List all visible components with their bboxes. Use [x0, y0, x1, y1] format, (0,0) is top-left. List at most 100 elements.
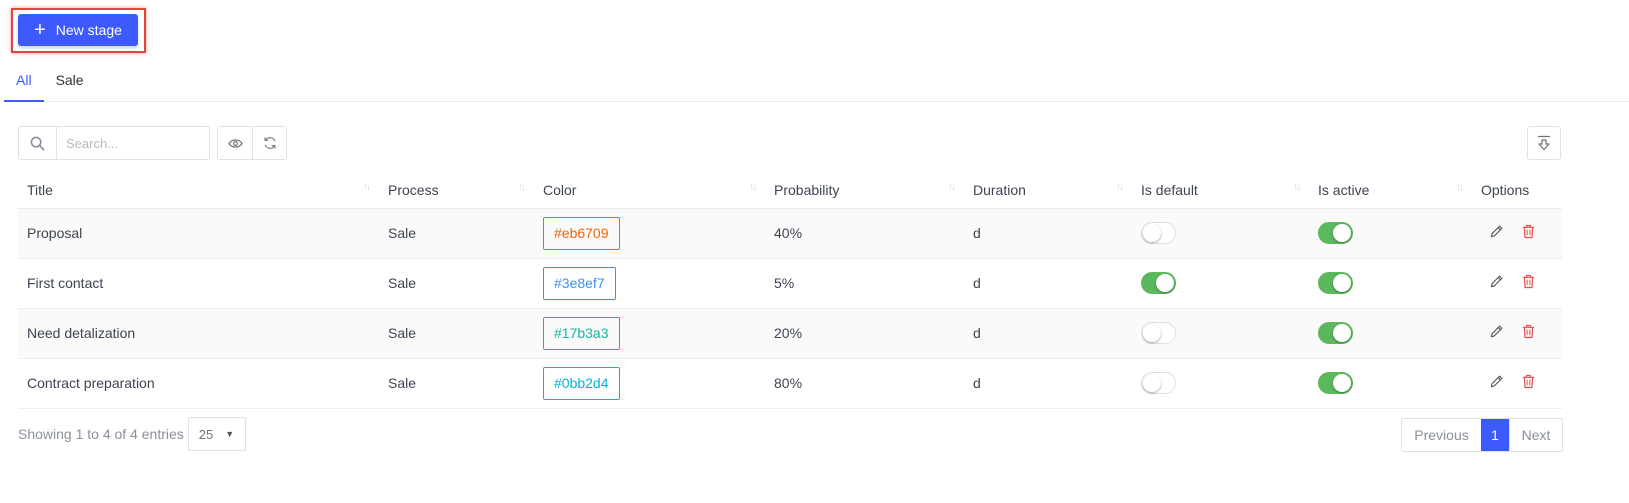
new-stage-label: New stage	[55, 22, 122, 38]
toggle-knob	[1333, 224, 1351, 242]
sort-icon: ↑↓	[749, 182, 757, 193]
new-stage-highlight: + New stage	[11, 8, 146, 53]
toggle-knob	[1333, 374, 1351, 392]
cell-process: Sale	[379, 358, 534, 409]
cell-probability: 20%	[765, 308, 964, 359]
table-row: Need detalization Sale #17b3a3 20% d	[18, 308, 1562, 359]
toggle-knob	[1156, 274, 1174, 292]
toggle-knob	[1143, 224, 1161, 242]
page-size-value: 25	[198, 426, 214, 442]
cell-color: #0bb2d4	[534, 358, 765, 409]
stages-table: Title ↑↓ Process ↑↓ Color ↑↓ Probability ↑↓ …	[18, 172, 1562, 409]
pencil-icon[interactable]	[1489, 274, 1504, 289]
column-header-color[interactable]: Color ↑↓	[534, 172, 765, 209]
cell-process: Sale	[379, 308, 534, 359]
trash-icon[interactable]	[1522, 224, 1535, 239]
cell-options	[1472, 208, 1562, 259]
plus-icon: +	[34, 19, 46, 41]
eye-icon	[227, 138, 243, 149]
search-icon	[19, 127, 57, 159]
column-header-options: Options	[1472, 172, 1562, 209]
cell-options	[1472, 358, 1562, 409]
cell-duration: d	[964, 358, 1132, 409]
cell-is-default	[1132, 258, 1309, 309]
is-default-toggle[interactable]	[1141, 322, 1176, 344]
cell-probability: 5%	[765, 258, 964, 309]
page-1-button[interactable]: 1	[1481, 419, 1509, 451]
table-toolbar	[18, 126, 287, 160]
cell-color: #3e8ef7	[534, 258, 765, 309]
trash-icon[interactable]	[1522, 374, 1535, 389]
color-chip: #17b3a3	[543, 316, 620, 350]
table-footer: Showing 1 to 4 of 4 entries 25 ▼	[18, 417, 246, 451]
cell-color: #eb6709	[534, 208, 765, 259]
toggle-columns-button[interactable]	[218, 127, 252, 159]
sort-icon: ↑↓	[1116, 182, 1124, 193]
refresh-icon	[263, 136, 277, 150]
is-active-toggle[interactable]	[1318, 322, 1353, 344]
sort-icon: ↑↓	[1293, 182, 1301, 193]
is-active-toggle[interactable]	[1318, 272, 1353, 294]
is-active-toggle[interactable]	[1318, 372, 1353, 394]
is-active-toggle[interactable]	[1318, 222, 1353, 244]
search-box	[18, 126, 210, 160]
sort-icon: ↑↓	[363, 182, 371, 193]
entries-info: Showing 1 to 4 of 4 entries	[18, 426, 184, 442]
tab-all[interactable]: All	[4, 60, 44, 102]
column-header-duration[interactable]: Duration ↑↓	[964, 172, 1132, 209]
is-default-toggle[interactable]	[1141, 222, 1176, 244]
trash-icon[interactable]	[1522, 274, 1535, 289]
table-row: Proposal Sale #eb6709 40% d	[18, 208, 1562, 259]
color-chip: #3e8ef7	[543, 266, 616, 300]
toggle-knob	[1143, 374, 1161, 392]
column-header-is-default[interactable]: Is default ↑↓	[1132, 172, 1309, 209]
cell-title: First contact	[18, 258, 379, 309]
export-button[interactable]	[1527, 126, 1561, 160]
sort-icon: ↑↓	[1456, 182, 1464, 193]
toggle-knob	[1333, 274, 1351, 292]
column-header-process[interactable]: Process ↑↓	[379, 172, 534, 209]
column-header-is-active[interactable]: Is active ↑↓	[1309, 172, 1472, 209]
trash-icon[interactable]	[1522, 324, 1535, 339]
table-row: First contact Sale #3e8ef7 5% d	[18, 258, 1562, 309]
previous-page-button[interactable]: Previous	[1402, 419, 1481, 451]
column-header-title[interactable]: Title ↑↓	[18, 172, 379, 209]
cell-is-active	[1309, 208, 1472, 259]
cell-probability: 40%	[765, 208, 964, 259]
cell-color: #17b3a3	[534, 308, 765, 359]
cell-is-default	[1132, 358, 1309, 409]
page-size-select[interactable]: 25 ▼	[187, 417, 246, 451]
is-default-toggle[interactable]	[1141, 272, 1176, 294]
pencil-icon[interactable]	[1489, 224, 1504, 239]
view-button-group	[217, 126, 287, 160]
cell-is-default	[1132, 208, 1309, 259]
cell-title: Proposal	[18, 208, 379, 259]
refresh-button[interactable]	[252, 127, 286, 159]
pencil-icon[interactable]	[1489, 374, 1504, 389]
column-header-probability[interactable]: Probability ↑↓	[765, 172, 964, 209]
new-stage-button[interactable]: + New stage	[18, 14, 138, 46]
color-chip: #0bb2d4	[543, 366, 620, 400]
sort-icon: ↑↓	[948, 182, 956, 193]
search-input[interactable]	[57, 127, 207, 159]
toggle-knob	[1333, 324, 1351, 342]
cell-is-active	[1309, 358, 1472, 409]
cell-title: Contract preparation	[18, 358, 379, 409]
cell-is-active	[1309, 308, 1472, 359]
cell-probability: 80%	[765, 358, 964, 409]
caret-down-icon: ▼	[225, 429, 235, 439]
toggle-knob	[1143, 324, 1161, 342]
tab-sale[interactable]: Sale	[44, 60, 96, 102]
cell-duration: d	[964, 258, 1132, 309]
sort-icon: ↑↓	[518, 182, 526, 193]
table-row: Contract preparation Sale #0bb2d4 80% d	[18, 358, 1562, 409]
pencil-icon[interactable]	[1489, 324, 1504, 339]
table-header-row: Title ↑↓ Process ↑↓ Color ↑↓ Probability ↑↓ …	[18, 172, 1562, 209]
cell-process: Sale	[379, 258, 534, 309]
cell-duration: d	[964, 208, 1132, 259]
cell-title: Need detalization	[18, 308, 379, 359]
cell-options	[1472, 308, 1562, 359]
is-default-toggle[interactable]	[1141, 372, 1176, 394]
next-page-button[interactable]: Next	[1509, 419, 1562, 451]
export-icon	[1537, 135, 1551, 151]
